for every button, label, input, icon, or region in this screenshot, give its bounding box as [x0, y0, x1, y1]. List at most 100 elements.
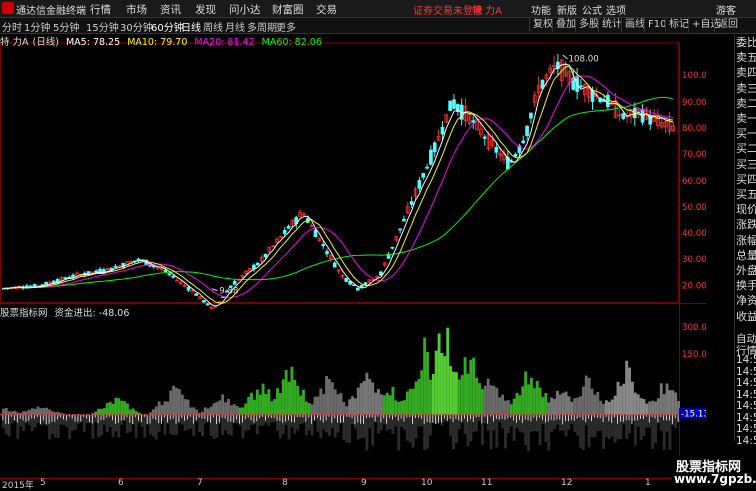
candle-body: [621, 113, 626, 119]
fund-flow-bar-neg: [59, 414, 63, 425]
tick-row: 14:5: [736, 354, 756, 366]
fund-flow-bar-neg: [426, 414, 429, 449]
fund-flow-bar-neg: [111, 414, 115, 438]
period-fenshi[interactable]: 分时: [2, 19, 22, 34]
fund-flow-bar: [108, 402, 112, 415]
fund-flow-bar-neg: [85, 414, 89, 424]
fund-flow-bar: [177, 389, 181, 415]
fund-flow-bar-neg: [547, 414, 551, 451]
fund-flow-bar: [483, 385, 487, 415]
fund-flow-bar: [403, 400, 406, 415]
fund-flow-bar-neg: [379, 414, 383, 430]
period-more[interactable]: 更多: [276, 19, 296, 34]
fund-flow-bar-neg: [296, 414, 300, 431]
fund-flow-bar-neg: [475, 414, 479, 432]
menu-item-gongneng[interactable]: 功能: [531, 2, 551, 17]
period-60min[interactable]: 60分钟: [151, 19, 184, 34]
fund-flow-bar: [527, 384, 530, 415]
fund-flow-bar-neg: [593, 414, 597, 438]
fund-flow-bar: [333, 389, 337, 415]
menu-item-faxian[interactable]: 发现: [195, 2, 216, 17]
fund-flow-bar-neg: [206, 414, 210, 421]
candle-body: [425, 166, 429, 169]
menu-item-jiaoyi[interactable]: 交易: [316, 2, 337, 17]
price-axis-label: 80.00: [682, 124, 706, 134]
tick-row: 14:5: [736, 411, 756, 424]
price-axis-label: 100.0: [682, 71, 706, 81]
guest-label[interactable]: 游客: [716, 2, 736, 17]
fund-flow-bar-neg: [662, 414, 666, 450]
fund-flow-bar: [504, 400, 507, 415]
fund-flow-bar-neg: [82, 414, 86, 433]
fund-flow-bar-neg: [535, 414, 539, 432]
fund-flow-bar-neg: [322, 414, 326, 430]
fund-flow-bar-neg: [137, 414, 141, 424]
menu-item-gongshi[interactable]: 公式: [582, 2, 602, 17]
period-1min[interactable]: 1分钟: [24, 19, 50, 34]
fund-flow-bar: [469, 359, 473, 415]
watermark-url: www.7gpzb.com: [674, 472, 756, 486]
fund-flow-bar-neg: [252, 414, 256, 424]
fund-flow-bar-neg: [506, 414, 510, 434]
fund-flow-bar-neg: [290, 414, 294, 427]
fund-flow-bar: [628, 367, 631, 415]
fund-flow-bar-neg: [351, 414, 354, 425]
fund-flow-bar-neg: [186, 414, 190, 430]
period-weekly[interactable]: 周线: [203, 19, 223, 34]
menu-item-zixun[interactable]: 资讯: [160, 2, 181, 17]
menu-item-shichang[interactable]: 市场: [126, 2, 147, 17]
fund-flow-bar-neg: [596, 414, 600, 432]
candle-body: [398, 228, 402, 231]
fund-flow-bar: [166, 401, 170, 415]
fund-flow-bar-neg: [201, 414, 204, 437]
fund-flow-bar-neg: [668, 414, 672, 451]
fund-flow-bar: [273, 399, 277, 415]
fund-flow-bar-neg: [100, 414, 103, 436]
menu-item-xuanxiang[interactable]: 选项: [606, 2, 626, 17]
fund-flow-bar: [267, 389, 271, 415]
menu-item-hangqing[interactable]: 行情: [90, 2, 111, 17]
fund-flow-bar-neg: [149, 414, 152, 435]
menu-item-xinban[interactable]: 新版: [557, 2, 577, 17]
menu-item-wenxiaoda[interactable]: 问小达: [229, 2, 261, 17]
candle-body: [44, 282, 48, 286]
fund-flow-bar: [630, 381, 634, 415]
fund-flow-bar-neg: [567, 414, 571, 430]
fund-flow-bar: [382, 395, 386, 415]
fund-flow-bar-neg: [281, 414, 285, 435]
quote-row-label: 涨幅: [736, 233, 756, 247]
fund-flow-bar: [252, 399, 256, 415]
app-title: 通达信金融终端: [16, 6, 86, 17]
period-5min[interactable]: 5分钟: [53, 19, 79, 34]
fund-flow-bar-neg: [515, 414, 519, 428]
period-monthly[interactable]: 月线: [225, 19, 245, 34]
fund-flow-bar-neg: [284, 414, 288, 426]
fund-flow-bar-neg: [241, 414, 245, 439]
fund-flow-bar-neg: [244, 414, 248, 431]
candle-body: [263, 253, 268, 258]
fund-flow-bar-neg: [330, 414, 334, 429]
tick-row: 14:5: [736, 434, 756, 447]
fund-flow-bar-neg: [377, 414, 380, 434]
price-axis-label: 20.00: [682, 282, 706, 292]
candle-body: [513, 153, 518, 157]
fund-flow-bar: [544, 392, 548, 415]
time-label: 2015年: [2, 481, 34, 491]
candle-body: [440, 126, 445, 135]
kline-chart[interactable]: 100.0 90.00 80.00 70.00 60.00 50.00 40.00 30.00…: [0, 34, 706, 478]
period-multi[interactable]: 多周期: [247, 19, 277, 34]
menu-item-caifuquan[interactable]: 财富圈: [272, 2, 304, 17]
period-30min[interactable]: 30分钟: [120, 19, 153, 34]
fund-flow-bar: [359, 383, 363, 415]
fund-flow-bar-neg: [345, 414, 349, 443]
fund-flow-bar: [550, 397, 554, 415]
period-daily[interactable]: 日线: [181, 19, 201, 34]
tool-fanhui[interactable]: 返回: [714, 18, 741, 32]
fund-flow-bar-neg: [120, 414, 124, 425]
period-15min[interactable]: 15分钟: [86, 19, 119, 34]
sub-indicator-name[interactable]: 股票指标网: [0, 308, 48, 319]
fund-flow-bar: [613, 395, 617, 415]
tick-row: 14:5: [736, 377, 756, 389]
fund-flow-bar-neg: [154, 414, 158, 440]
candle-body: [167, 273, 172, 276]
